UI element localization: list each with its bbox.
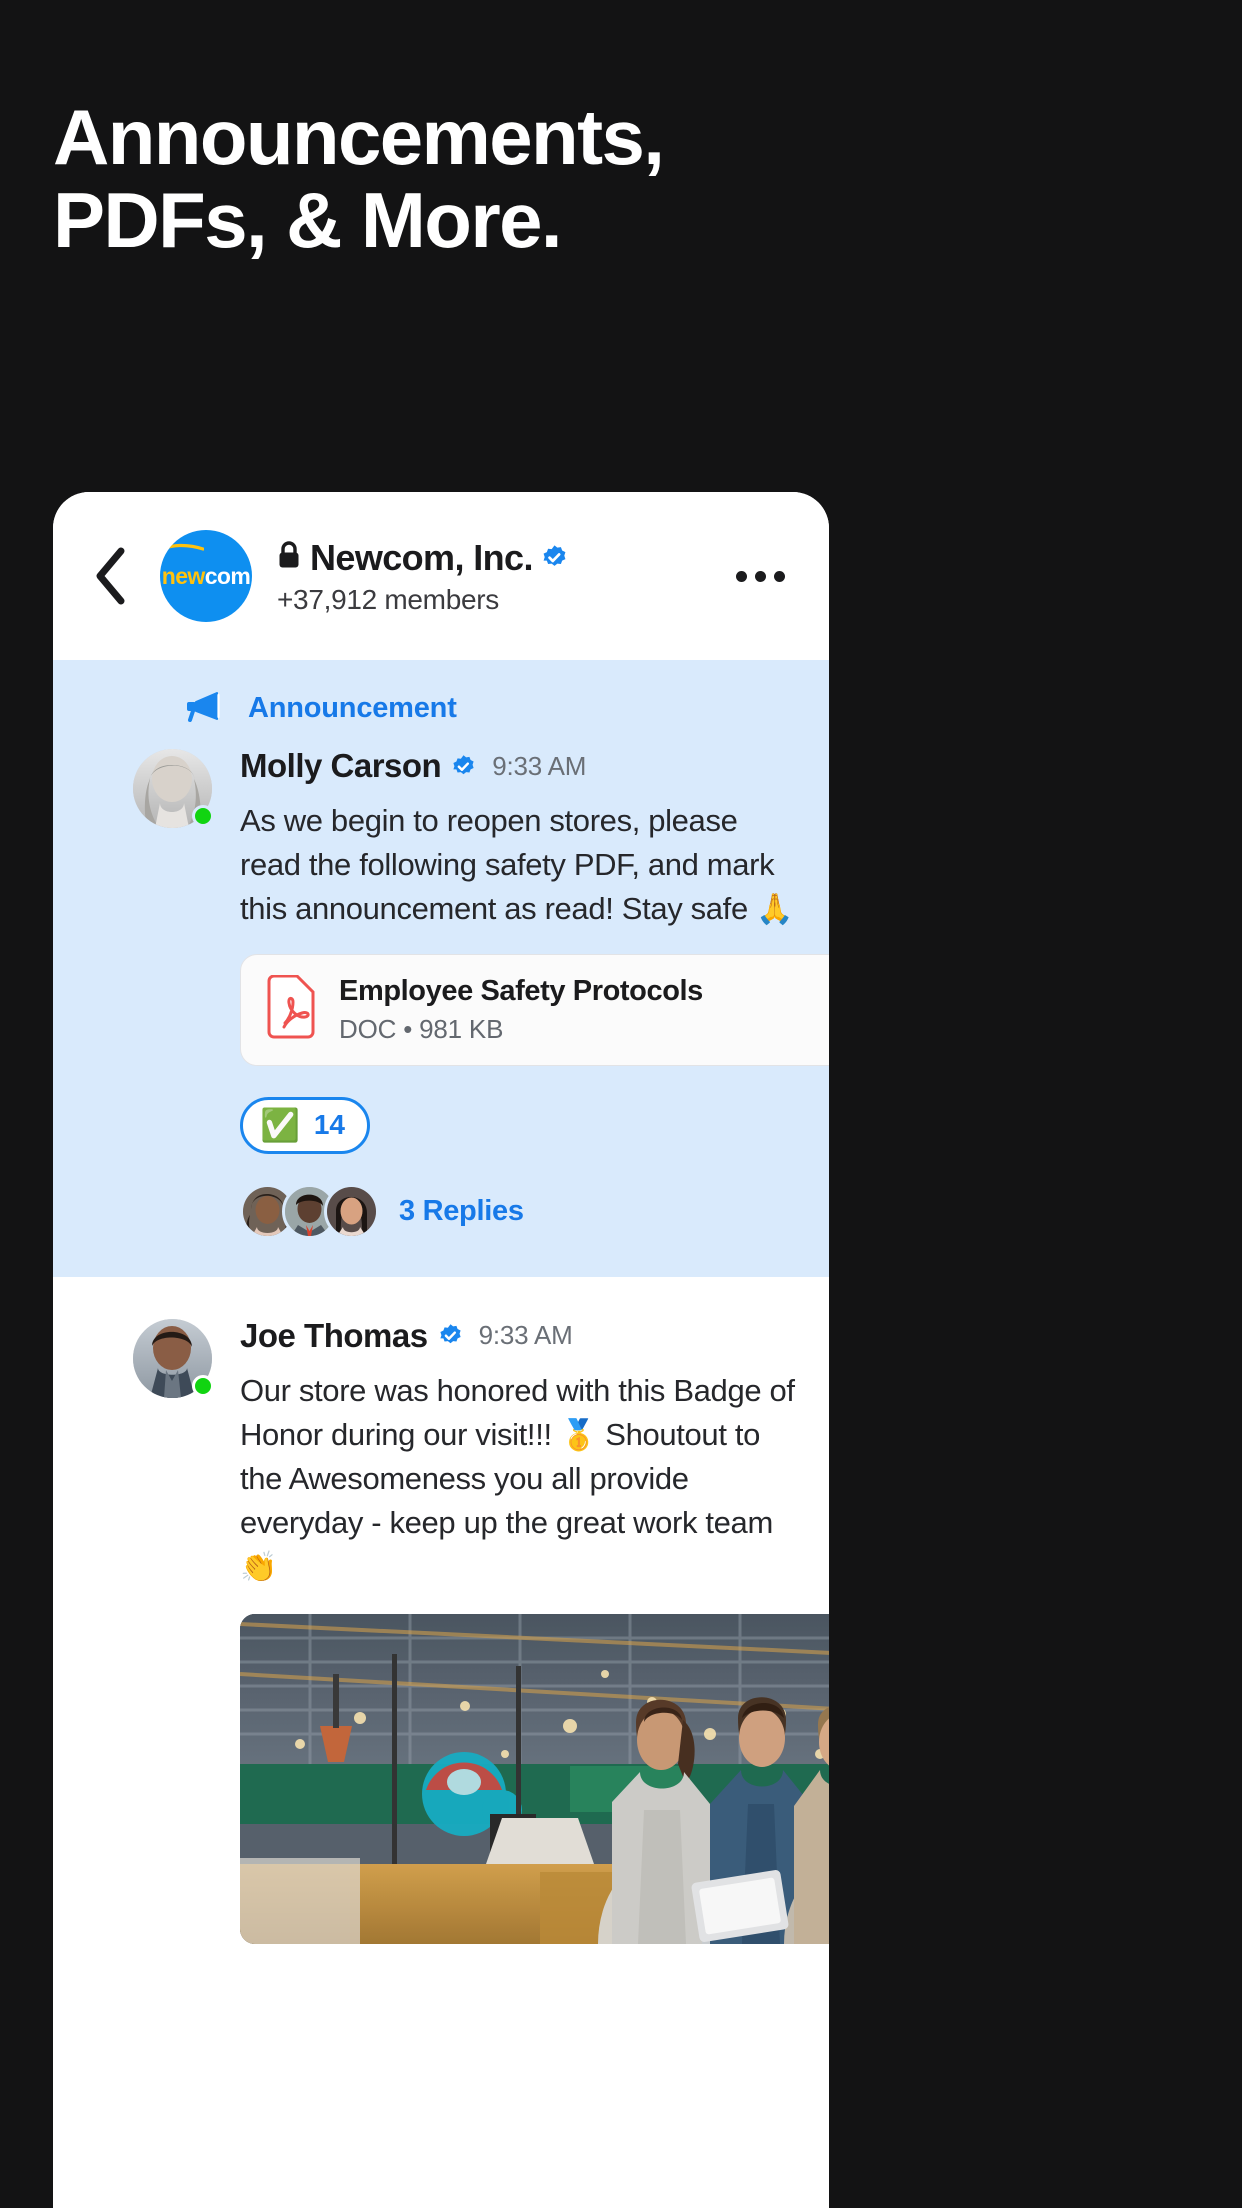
attachment-meta: DOC • 981 KB [339,1013,504,1044]
check-mark-emoji: ✅ [260,1107,300,1144]
avatar[interactable] [133,1318,214,1398]
author-name: Joe Thomas [240,1316,428,1354]
headline-line-2: PDFs, & More. [53,175,563,264]
pdf-file-icon [265,974,317,1044]
gold-medal-emoji: 🥇 [560,1418,598,1452]
message-body: Joe Thomas 9:33 AM Our store was honored… [240,1313,829,1944]
more-options-button[interactable] [725,546,795,606]
announcement-label: Announcement [248,692,457,724]
announcement-text-body: As we begin to reopen stores, please rea… [240,803,775,927]
headline-line-1: Announcements, [53,93,665,181]
megaphone-icon [183,690,221,727]
chevron-left-icon [93,547,127,605]
chat-header: newcom Newcom, Inc. +37,912 members [53,492,829,660]
screenshot-root: Announcements, PDFs, & More. newcom Newc… [0,0,1242,2208]
header-text-block: Newcom, Inc. +37,912 members [277,537,725,616]
chat-card: newcom Newcom, Inc. +37,912 members Anno… [53,492,829,2208]
online-status-dot [192,805,214,827]
attachment-text: Employee Safety Protocols DOC • 981 KB [339,975,703,1045]
group-title-row: Newcom, Inc. [277,537,725,579]
announcement-row: Molly Carson 9:33 AM As we begin to reop… [53,743,829,1239]
verified-badge-icon [451,754,476,779]
logo-swoosh-icon [160,543,204,553]
verified-badge-icon [438,1323,463,1348]
timestamp: 9:33 AM [478,1320,573,1351]
logo-text-part-1: new [161,562,206,589]
attachment-card[interactable]: Employee Safety Protocols DOC • 981 KB [240,953,829,1066]
reply-avatar-group [240,1183,379,1239]
logo-text-part-2: com [204,562,251,589]
author-name: Molly Carson [240,747,442,784]
avatar[interactable] [133,749,214,828]
group-logo-text: newcom [161,562,251,589]
reaction-count: 14 [313,1109,345,1141]
replies-count-label: 3 Replies [399,1194,524,1227]
announcement-body: Molly Carson 9:33 AM As we begin to reop… [240,743,829,1239]
reply-avatar-3 [324,1183,379,1239]
verified-badge-icon [541,544,568,571]
online-status-dot [192,1374,214,1397]
announcement-label-row: Announcement [53,690,829,727]
message-joe-thomas: Joe Thomas 9:33 AM Our store was honored… [53,1276,829,1944]
praying-hands-emoji: 🙏 [756,893,794,927]
attachment-title: Employee Safety Protocols [339,974,703,1007]
group-avatar[interactable]: newcom [160,530,252,622]
member-count: +37,912 members [277,583,499,615]
clapping-hands-emoji: 👏 [240,1551,278,1585]
replies-row[interactable]: 3 Replies [240,1183,801,1239]
store-interior-photo [240,1613,829,1944]
announcement-text: As we begin to reopen stores, please rea… [240,799,801,932]
lock-icon [277,540,301,575]
message-text: Our store was honored with this Badge of… [240,1369,801,1590]
reaction-pill[interactable]: ✅ 14 [240,1096,370,1154]
message-row: Joe Thomas 9:33 AM Our store was honored… [53,1313,829,1944]
announcement-author-row: Molly Carson 9:33 AM [240,743,801,789]
more-horizontal-icon [735,570,785,582]
timestamp: 9:33 AM [492,750,587,781]
message-photo[interactable] [240,1613,829,1944]
message-author-row: Joe Thomas 9:33 AM [240,1313,801,1359]
group-name: Newcom, Inc. [310,536,533,578]
page-title: Announcements, PDFs, & More. [53,96,1053,261]
back-button[interactable] [79,545,141,607]
announcement-message: Announcement Molly Carson 9:33 AM As we … [53,660,829,1277]
